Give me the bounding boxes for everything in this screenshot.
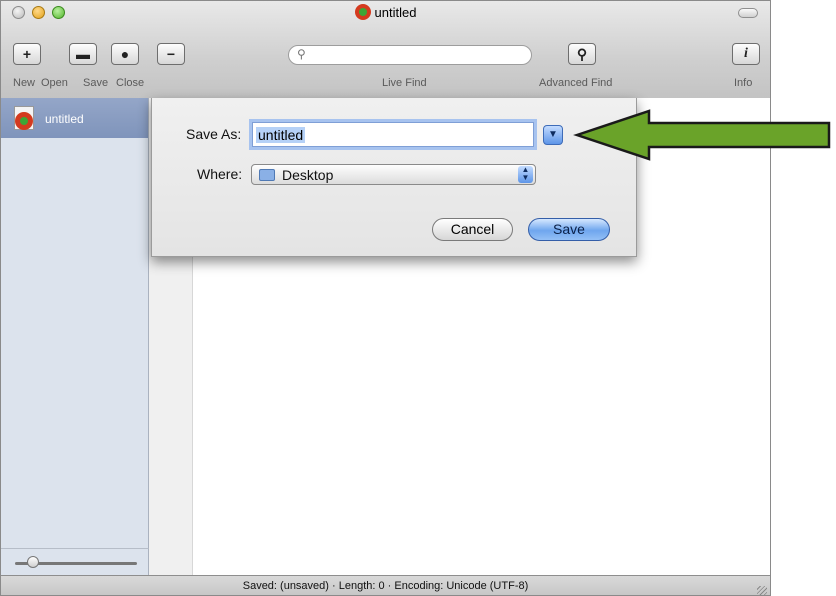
- sidebar-size-control: [1, 548, 149, 575]
- window-title: untitled: [1, 4, 770, 20]
- save-button[interactable]: Save: [528, 218, 610, 241]
- callout-arrow-icon: [573, 109, 831, 161]
- advanced-find-button[interactable]: ⚲: [568, 43, 596, 65]
- save-as-label: Save As:: [186, 126, 242, 142]
- document-sidebar: untitled: [1, 98, 149, 575]
- cancel-button[interactable]: Cancel: [432, 218, 513, 241]
- plus-icon: +: [22, 46, 32, 62]
- dot-icon: ●: [120, 46, 130, 62]
- title-toolbar: untitled + ▬ ● − New Open Save Close ⚲ L…: [1, 1, 770, 99]
- size-slider-knob[interactable]: [27, 556, 39, 568]
- triangle-down-icon: ▼: [548, 129, 558, 140]
- save-toolbar-button[interactable]: ●: [111, 43, 139, 65]
- info-label: Info: [734, 77, 753, 89]
- magnifier-icon: ⚲: [576, 45, 588, 62]
- open-label: Open: [41, 77, 68, 89]
- sidebar-item-label: untitled: [45, 112, 84, 126]
- filename-field[interactable]: untitled: [252, 122, 534, 147]
- document-icon: [354, 4, 371, 20]
- location-popup[interactable]: Desktop ▲ ▼: [251, 164, 536, 185]
- info-icon: i: [744, 46, 748, 61]
- search-icon: ⚲: [297, 47, 306, 61]
- where-label: Where:: [197, 166, 243, 182]
- new-label: New: [13, 77, 36, 89]
- folder-icon: ▬: [76, 46, 90, 62]
- window-title-text: untitled: [374, 5, 417, 20]
- document-icon: [12, 106, 36, 130]
- save-sheet: Save As: untitled ▼ Where: Desktop ▲ ▼ Ca…: [151, 98, 637, 257]
- app-window: untitled + ▬ ● − New Open Save Close ⚲ L…: [0, 0, 771, 596]
- save-label: Save: [83, 77, 109, 89]
- live-find-label: Live Find: [382, 77, 427, 89]
- live-find-field[interactable]: ⚲: [288, 45, 532, 65]
- folder-icon: [259, 169, 275, 181]
- resize-grip-icon[interactable]: [757, 586, 767, 595]
- minus-icon: −: [166, 46, 176, 62]
- new-button[interactable]: +: [13, 43, 41, 65]
- info-button[interactable]: i: [732, 43, 760, 65]
- filename-value: untitled: [256, 127, 306, 143]
- sidebar-item-untitled[interactable]: untitled: [1, 98, 148, 138]
- close-label: Close: [116, 77, 145, 89]
- advanced-find-label: Advanced Find: [539, 77, 613, 89]
- callout-arrow-shape: [573, 109, 831, 161]
- expand-dialog-button[interactable]: ▼: [543, 125, 563, 145]
- status-bar: Saved: (unsaved) · Length: 0 · Encoding:…: [1, 575, 770, 595]
- close-document-button[interactable]: −: [157, 43, 185, 65]
- toolbar-toggle-button[interactable]: [738, 8, 758, 18]
- location-value: Desktop: [282, 167, 334, 183]
- open-button[interactable]: ▬: [69, 43, 97, 65]
- status-text: Saved: (unsaved) · Length: 0 · Encoding:…: [242, 580, 529, 592]
- updown-arrows-icon: ▲ ▼: [518, 166, 533, 183]
